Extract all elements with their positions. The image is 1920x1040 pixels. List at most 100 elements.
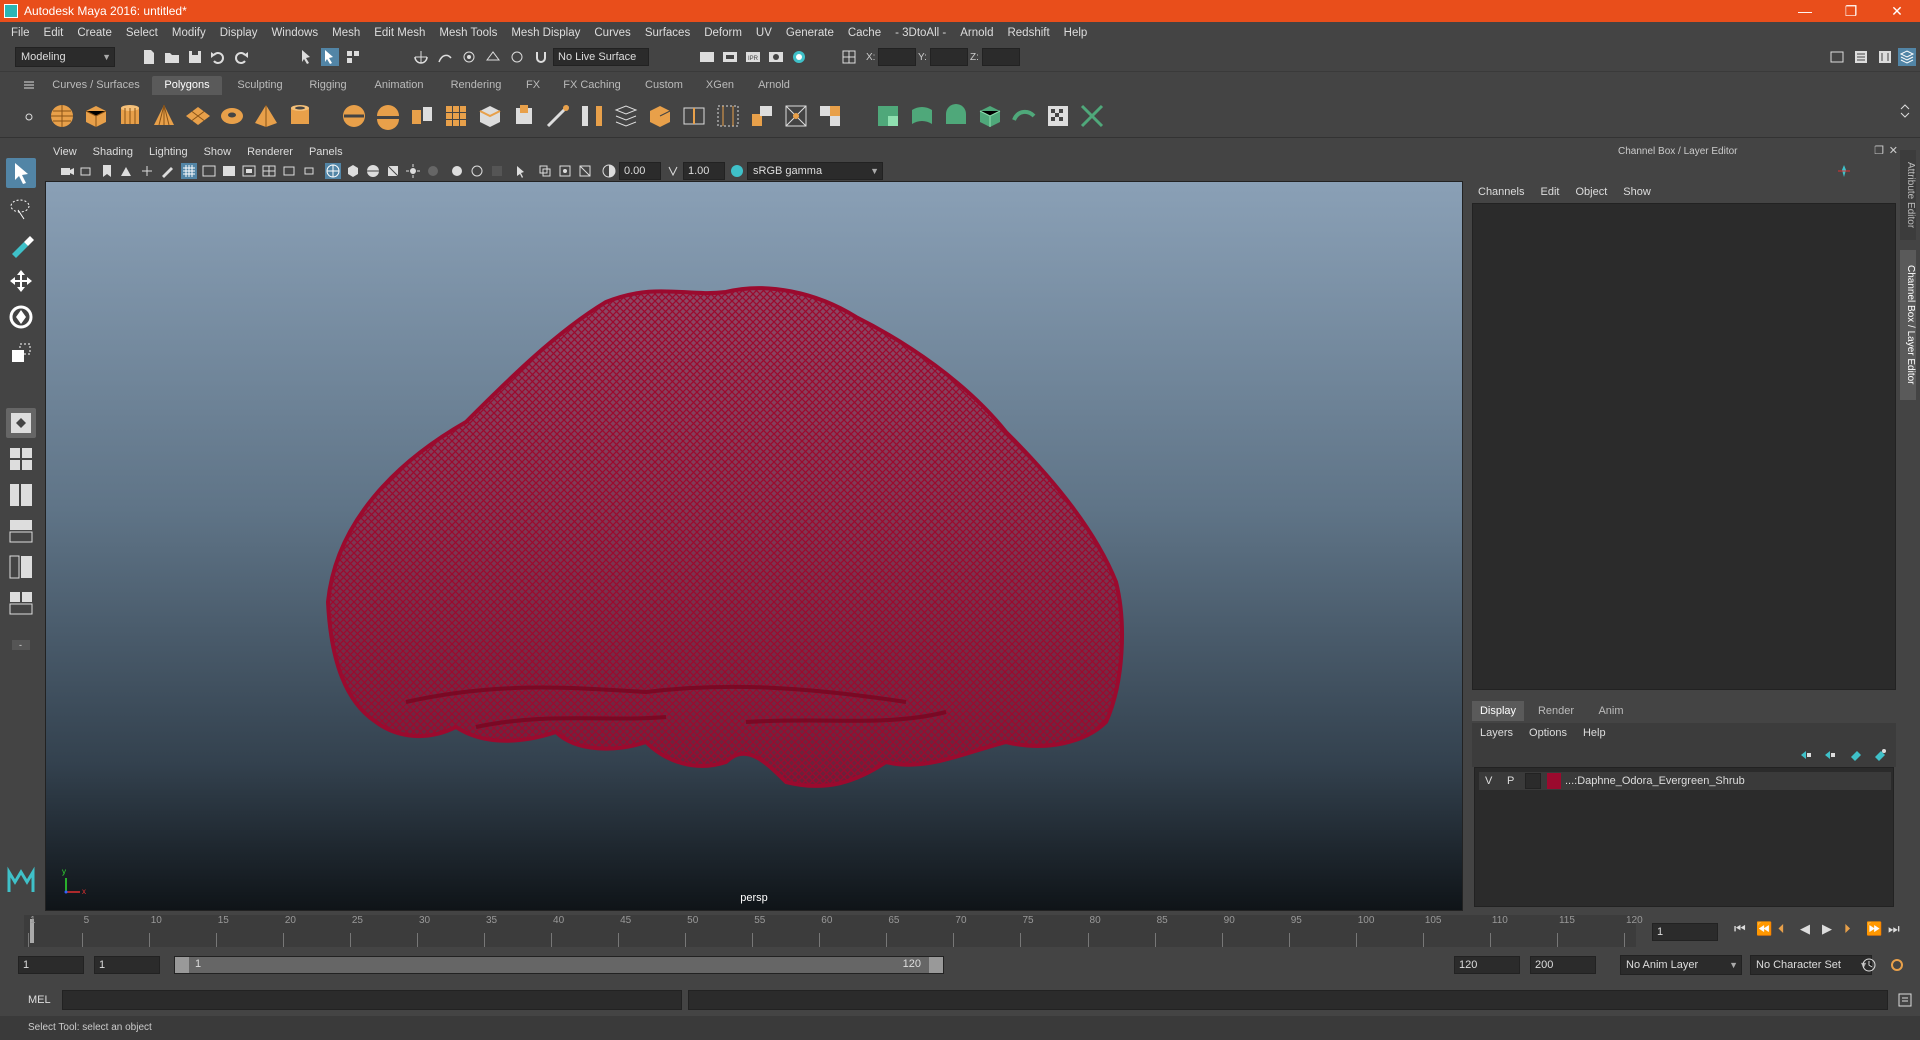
viewport-menu-shading[interactable]: Shading xyxy=(85,146,141,158)
persp-hypershade-layout-icon[interactable] xyxy=(6,588,36,618)
open-scene-icon[interactable] xyxy=(163,48,181,66)
layer-playback-toggle[interactable]: P xyxy=(1507,773,1514,789)
select-by-component-icon[interactable] xyxy=(344,48,362,66)
new-scene-icon[interactable] xyxy=(140,48,158,66)
snap-curve-icon[interactable] xyxy=(436,48,454,66)
textured-icon[interactable] xyxy=(385,163,401,179)
shelf-tab-rigging[interactable]: Rigging xyxy=(298,76,358,95)
render-settings-icon[interactable] xyxy=(767,48,785,66)
layer-name[interactable]: ...:Daphne_Odora_Evergreen_Shrub xyxy=(1565,773,1745,789)
layer-help-menu[interactable]: Help xyxy=(1575,727,1614,739)
redo-icon[interactable] xyxy=(232,48,250,66)
mel-command-input[interactable] xyxy=(62,990,682,1010)
resolution-gate-icon[interactable] xyxy=(221,163,237,179)
select-camera-icon[interactable] xyxy=(59,163,75,179)
safe-action-icon[interactable] xyxy=(281,163,297,179)
motion-blur-icon[interactable] xyxy=(469,163,485,179)
live-surface-field[interactable]: No Live Surface xyxy=(553,48,649,66)
layers-menu[interactable]: Layers xyxy=(1472,727,1521,739)
menu-select[interactable]: Select xyxy=(119,27,165,39)
target-weld-icon[interactable] xyxy=(782,102,810,130)
extrude-icon[interactable] xyxy=(510,102,538,130)
shelf-tab-sculpting[interactable]: Sculpting xyxy=(228,76,292,95)
lasso-tool-icon[interactable] xyxy=(6,194,36,224)
menu-redshift[interactable]: Redshift xyxy=(1000,27,1056,39)
smooth-icon[interactable] xyxy=(442,102,470,130)
shelf-tab-custom[interactable]: Custom xyxy=(636,76,692,95)
shelf-tab-curves-surfaces[interactable]: Curves / Surfaces xyxy=(46,76,146,95)
step-back-key-icon[interactable]: ⏴ xyxy=(1778,921,1785,937)
channel-box-side-tab[interactable]: Channel Box / Layer Editor xyxy=(1900,250,1916,400)
cut-sew-uv-icon[interactable] xyxy=(1078,102,1106,130)
channel-box-toggle-icon[interactable] xyxy=(1898,48,1916,66)
smooth-shade-icon[interactable] xyxy=(345,163,361,179)
minimize-button[interactable]: — xyxy=(1782,0,1828,22)
fill-hole-icon[interactable] xyxy=(646,102,674,130)
channel-box-area[interactable] xyxy=(1472,203,1896,690)
menu-windows[interactable]: Windows xyxy=(264,27,325,39)
shelf-scroll-icon[interactable] xyxy=(1896,102,1914,120)
layout-options-icon[interactable]: - xyxy=(6,630,36,660)
move-layer-up-icon[interactable] xyxy=(1798,747,1814,763)
select-by-object-icon[interactable] xyxy=(321,48,339,66)
paint-select-tool-icon[interactable] xyxy=(6,230,36,260)
mirror-icon[interactable] xyxy=(748,102,776,130)
z-field[interactable] xyxy=(982,48,1020,66)
2d-pan-zoom-icon[interactable] xyxy=(139,163,155,179)
shelf-tab-fx[interactable]: FX xyxy=(518,76,548,95)
four-view-layout-icon[interactable] xyxy=(6,444,36,474)
menu-uv[interactable]: UV xyxy=(749,27,779,39)
anti-aliasing-icon[interactable] xyxy=(489,163,505,179)
poly-cylinder-icon[interactable] xyxy=(116,102,144,130)
auto-key-icon[interactable] xyxy=(1860,956,1878,974)
separate-icon[interactable] xyxy=(374,102,402,130)
menu-display[interactable]: Display xyxy=(213,27,265,39)
merge-icon[interactable] xyxy=(816,102,844,130)
poly-sphere-icon[interactable] xyxy=(48,102,76,130)
film-gate-icon[interactable] xyxy=(201,163,217,179)
gate-mask-icon[interactable] xyxy=(241,163,257,179)
shelf-tab-rendering[interactable]: Rendering xyxy=(440,76,512,95)
viewport-menu-view[interactable]: View xyxy=(45,146,85,158)
anim-layer-dropdown[interactable]: No Anim Layer ▼ xyxy=(1620,955,1742,975)
snap-view-plane-icon[interactable] xyxy=(484,48,502,66)
menu-file[interactable]: File xyxy=(4,27,37,39)
viewport-menu-show[interactable]: Show xyxy=(196,146,240,158)
select-tool-icon[interactable] xyxy=(6,158,36,188)
exposure-field[interactable]: 0.00 xyxy=(619,162,661,180)
range-bar[interactable]: 1 120 xyxy=(174,956,944,974)
range-start-handle[interactable] xyxy=(175,957,189,973)
offset-edge-loop-icon[interactable] xyxy=(714,102,742,130)
layer-tab-display[interactable]: Display xyxy=(1472,701,1524,721)
snap-grid-icon[interactable] xyxy=(412,48,430,66)
snap-point-icon[interactable] xyxy=(460,48,478,66)
layer-color-swatch[interactable] xyxy=(1547,773,1561,789)
poly-pipe-icon[interactable] xyxy=(286,102,314,130)
playback-start-field[interactable]: 1 xyxy=(94,956,160,974)
persp-outliner-layout-icon[interactable] xyxy=(6,480,36,510)
range-end-handle[interactable] xyxy=(929,957,943,973)
menu-3dtoall[interactable]: - 3DtoAll - xyxy=(888,27,953,39)
poly-cube-icon[interactable] xyxy=(82,102,110,130)
input-mode-icon[interactable] xyxy=(840,48,858,66)
insert-edge-loop-icon[interactable] xyxy=(680,102,708,130)
screen-space-ao-icon[interactable] xyxy=(449,163,465,179)
float-panel-icon[interactable]: ❐ xyxy=(1874,144,1884,157)
close-panel-icon[interactable]: ✕ xyxy=(1889,144,1898,157)
gamma-field[interactable]: 1.00 xyxy=(683,162,725,180)
shelf-menu-icon[interactable] xyxy=(20,76,38,94)
menu-mesh[interactable]: Mesh xyxy=(325,27,367,39)
persp-graph-layout-icon[interactable] xyxy=(6,516,36,546)
attribute-editor-side-tab[interactable]: Attribute Editor xyxy=(1900,150,1916,240)
render-view-icon[interactable] xyxy=(698,48,716,66)
play-backwards-icon[interactable]: ◀ xyxy=(1800,921,1810,937)
menu-edit[interactable]: Edit xyxy=(37,27,71,39)
isolate-select-icon[interactable] xyxy=(513,163,529,179)
poly-pyramid-icon[interactable] xyxy=(252,102,280,130)
hypershade-icon[interactable] xyxy=(790,48,808,66)
cb-edit-menu[interactable]: Edit xyxy=(1532,186,1567,198)
poly-torus-icon[interactable] xyxy=(218,102,246,130)
uv-editor-icon[interactable] xyxy=(1044,102,1072,130)
spherical-uv-icon[interactable] xyxy=(942,102,970,130)
save-scene-icon[interactable] xyxy=(186,48,204,66)
